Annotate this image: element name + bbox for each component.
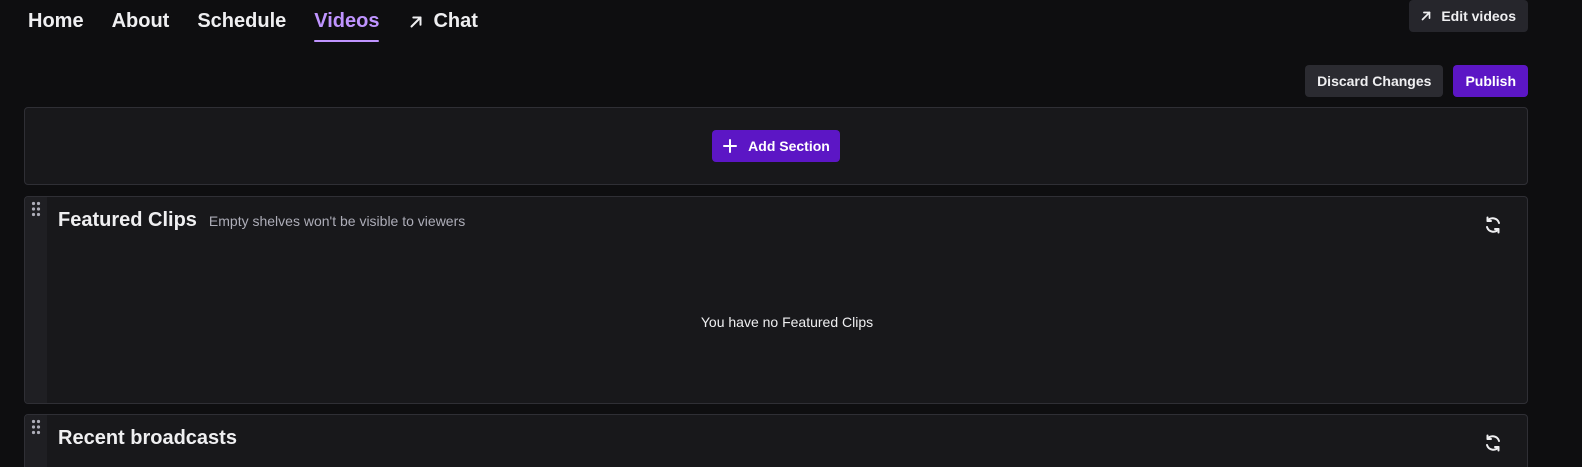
- shelf-header: Recent broadcasts: [58, 427, 237, 450]
- edit-videos-label: Edit videos: [1441, 8, 1516, 24]
- nav-tab-label: About: [111, 10, 170, 32]
- nav-tab-label: Chat: [433, 10, 478, 32]
- channel-nav: Home About Schedule Videos Chat: [28, 0, 506, 48]
- channel-videos-page: Home About Schedule Videos Chat Edit vid…: [0, 0, 1582, 467]
- drag-dots-icon: [31, 201, 41, 217]
- shelf-subtitle: Empty shelves won't be visible to viewer…: [208, 213, 466, 229]
- drag-handle[interactable]: [25, 197, 47, 403]
- shelf-featured-clips: Featured Clips Empty shelves won't be vi…: [24, 196, 1528, 404]
- add-section-label: Add Section: [748, 138, 830, 154]
- shelf-title: Featured Clips: [58, 209, 197, 231]
- add-section-button[interactable]: Add Section: [712, 130, 840, 162]
- refresh-icon: [1486, 434, 1500, 452]
- plus-icon: [723, 139, 738, 153]
- edit-actions: Discard Changes Publish: [1305, 65, 1528, 97]
- drag-handle[interactable]: [25, 415, 47, 467]
- nav-tab-label: Home: [28, 10, 84, 32]
- refresh-button[interactable]: [1481, 431, 1505, 455]
- drag-dots-icon: [31, 419, 41, 435]
- nav-tab-label: Schedule: [197, 10, 287, 32]
- external-arrow-icon: [410, 16, 422, 28]
- nav-tab-home[interactable]: Home: [28, 0, 84, 42]
- nav-tab-videos[interactable]: Videos: [314, 0, 380, 42]
- external-arrow-icon: [1421, 11, 1431, 21]
- publish-button[interactable]: Publish: [1453, 65, 1528, 97]
- add-section-panel: Add Section: [24, 107, 1528, 185]
- edit-videos-button[interactable]: Edit videos: [1409, 0, 1528, 32]
- nav-tab-chat[interactable]: Chat: [407, 0, 478, 42]
- shelf-recent-broadcasts: Recent broadcasts: [24, 414, 1528, 467]
- nav-tab-schedule[interactable]: Schedule: [197, 0, 286, 42]
- discard-changes-button[interactable]: Discard Changes: [1305, 65, 1444, 97]
- empty-shelf-message: You have no Featured Clips: [700, 314, 874, 330]
- shelf-header: Featured Clips Empty shelves won't be vi…: [58, 209, 465, 232]
- refresh-icon: [1486, 216, 1500, 234]
- shelf-title: Recent broadcasts: [58, 427, 237, 449]
- refresh-button[interactable]: [1481, 213, 1505, 237]
- nav-tab-about[interactable]: About: [112, 0, 170, 42]
- nav-tab-label: Videos: [314, 10, 380, 32]
